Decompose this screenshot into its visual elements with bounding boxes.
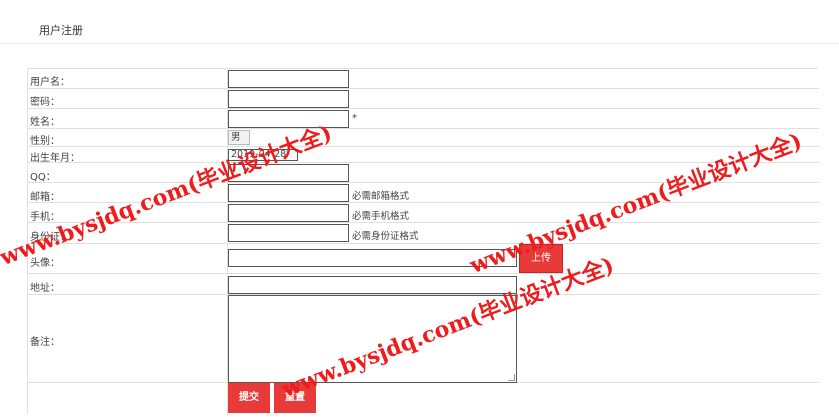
form-row-avatar: 头像： <box>28 244 819 274</box>
qq-input[interactable] <box>228 164 349 182</box>
registration-form: 用户名： 密码： 姓名： * 性别： 男 出生年月： 2019-04-28 QQ… <box>27 68 819 415</box>
form-row-address: 地址： <box>28 274 819 295</box>
form-row-name: 姓名： * <box>28 109 819 129</box>
registration-page: 用户注册 用户名： 密码： 姓名： * 性别： 男 出生年月： 2019-04-… <box>0 0 839 419</box>
avatar-label: 头像： <box>30 258 60 269</box>
form-row-email: 邮箱： 必需邮箱格式 <box>28 183 819 203</box>
phone-label: 手机： <box>30 212 60 223</box>
page-title: 用户注册 <box>39 24 83 37</box>
required-mark: * <box>352 113 357 124</box>
phone-input[interactable] <box>228 204 349 222</box>
gender-select[interactable]: 男 <box>228 130 250 145</box>
remark-label: 备注： <box>30 337 60 348</box>
birthdate-label: 出生年月： <box>30 153 80 164</box>
phone-hint: 必需手机格式 <box>352 211 410 222</box>
remark-textarea[interactable] <box>228 295 517 383</box>
name-label: 姓名： <box>30 117 60 128</box>
password-label: 密码： <box>30 97 60 108</box>
form-row-username: 用户名： <box>28 69 819 89</box>
reset-button[interactable]: 重置 <box>274 383 316 413</box>
username-input[interactable] <box>228 70 349 88</box>
submit-button[interactable]: 提交 <box>228 383 270 413</box>
gender-label: 性别： <box>30 136 60 147</box>
form-row-qq: QQ： <box>28 163 819 183</box>
email-input[interactable] <box>228 184 349 202</box>
idcard-hint: 必需身份证格式 <box>352 231 419 242</box>
password-input[interactable] <box>228 90 349 108</box>
address-label: 地址： <box>30 283 60 294</box>
page-header: 用户注册 <box>0 0 839 44</box>
avatar-path-input[interactable] <box>228 249 517 267</box>
qq-label: QQ： <box>30 172 56 183</box>
idcard-input[interactable] <box>228 224 349 242</box>
form-row-idcard: 身份证： 必需身份证格式 <box>28 223 819 244</box>
form-row-gender: 性别： 男 <box>28 129 819 147</box>
birthdate-input[interactable]: 2019-04-28 <box>228 149 298 161</box>
resize-grip-icon[interactable] <box>508 374 515 381</box>
name-input[interactable] <box>228 110 349 128</box>
username-label: 用户名： <box>30 77 70 88</box>
form-row-birthdate: 出生年月： 2019-04-28 <box>28 147 819 164</box>
upload-button[interactable]: 上传 <box>519 244 563 273</box>
form-row-password: 密码： <box>28 89 819 109</box>
idcard-label: 身份证： <box>30 232 70 243</box>
email-label: 邮箱： <box>30 192 60 203</box>
email-hint: 必需邮箱格式 <box>352 191 410 202</box>
form-row-phone: 手机： 必需手机格式 <box>28 203 819 223</box>
address-input[interactable] <box>228 276 517 294</box>
